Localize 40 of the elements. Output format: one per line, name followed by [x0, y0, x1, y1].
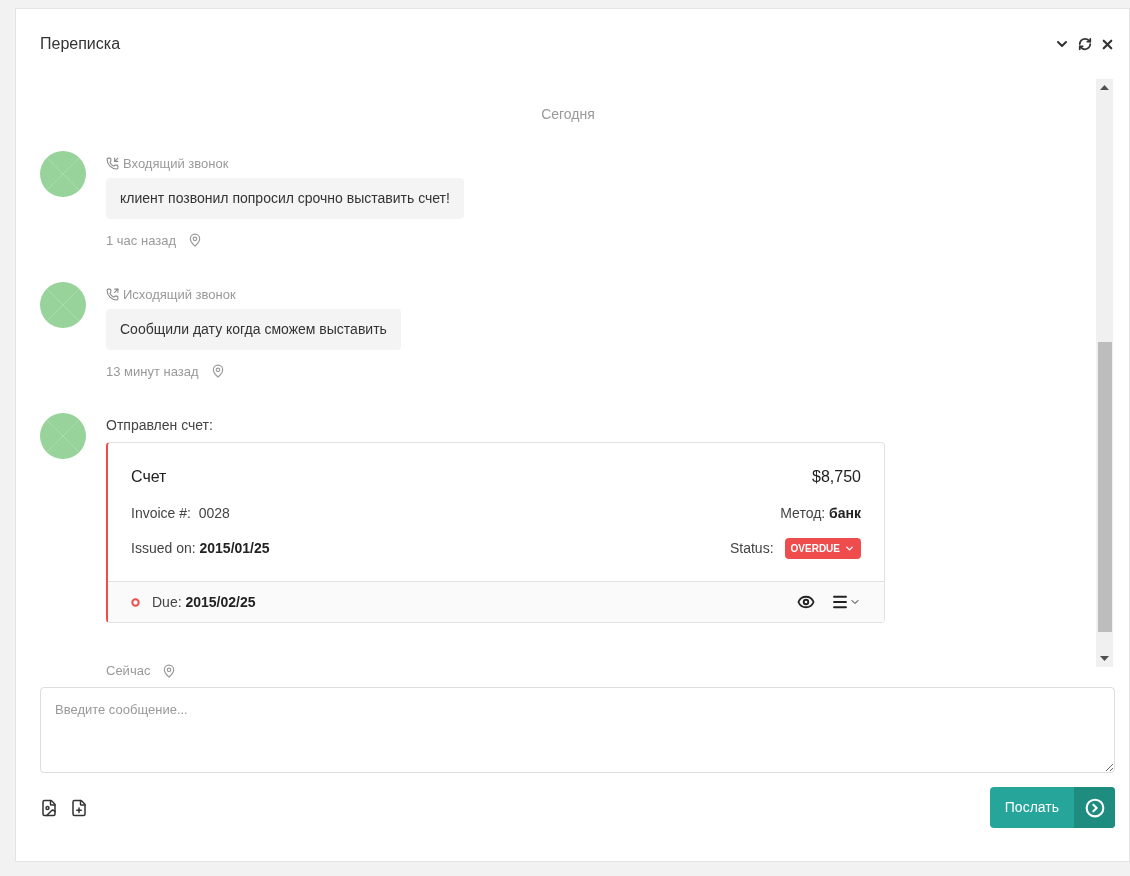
call-label: Входящий звонок	[123, 155, 229, 173]
location-pin-icon[interactable]	[210, 364, 225, 379]
status-label: Status:	[729, 539, 774, 558]
due-date: Due: 2015/02/25	[152, 592, 256, 612]
avatar-placeholder	[40, 282, 86, 328]
message-time: 1 час назад	[106, 231, 176, 250]
message-input[interactable]: Введите сообщение...	[40, 687, 1115, 773]
panel-title: Переписка	[40, 34, 121, 54]
call-label: Исходящий звонок	[123, 286, 236, 304]
scroll-up-arrow-icon[interactable]	[1100, 85, 1109, 90]
arrow-circle-icon	[1084, 797, 1105, 818]
message-bubble: клиент позвонил попросил срочно выставить счет!	[106, 177, 464, 219]
due-dot-icon	[131, 597, 140, 607]
invoice-title: Счет	[131, 467, 167, 487]
avatar-placeholder	[40, 413, 86, 459]
message-bubble: Сообщили дату когда сможем выставить	[106, 308, 401, 350]
issue-date: Issued on: 2015/01/25	[131, 539, 270, 558]
phone-icon	[106, 157, 119, 171]
attach-file-icon[interactable]	[70, 798, 88, 817]
invoice-amount: $8,750	[812, 467, 861, 487]
invoice-number: Invoice #: 0028	[131, 504, 230, 523]
attach-image-icon[interactable]	[40, 798, 58, 817]
status-dropdown[interactable]: OVERDUE	[784, 538, 861, 559]
avatar-placeholder	[40, 151, 86, 197]
scroll-down-arrow-icon[interactable]	[1100, 656, 1109, 661]
payment-method: Метод: банк	[780, 504, 861, 523]
send-button[interactable]: Послать	[989, 787, 1115, 828]
scrollbar[interactable]	[1096, 79, 1113, 667]
menu-dropdown[interactable]	[831, 593, 861, 611]
view-icon[interactable]	[797, 593, 815, 611]
message-time: 13 минут назад	[106, 362, 199, 381]
refresh-icon[interactable]	[1078, 37, 1092, 51]
message-label: Отправлен счет:	[106, 416, 214, 435]
location-pin-icon[interactable]	[162, 663, 177, 678]
menu-icon	[831, 593, 849, 611]
caret-icon	[844, 543, 855, 554]
location-pin-icon[interactable]	[188, 233, 202, 248]
phone-icon	[106, 288, 119, 302]
date-divider: Сегодня	[541, 105, 595, 124]
message-time: Сейчас	[106, 662, 151, 680]
